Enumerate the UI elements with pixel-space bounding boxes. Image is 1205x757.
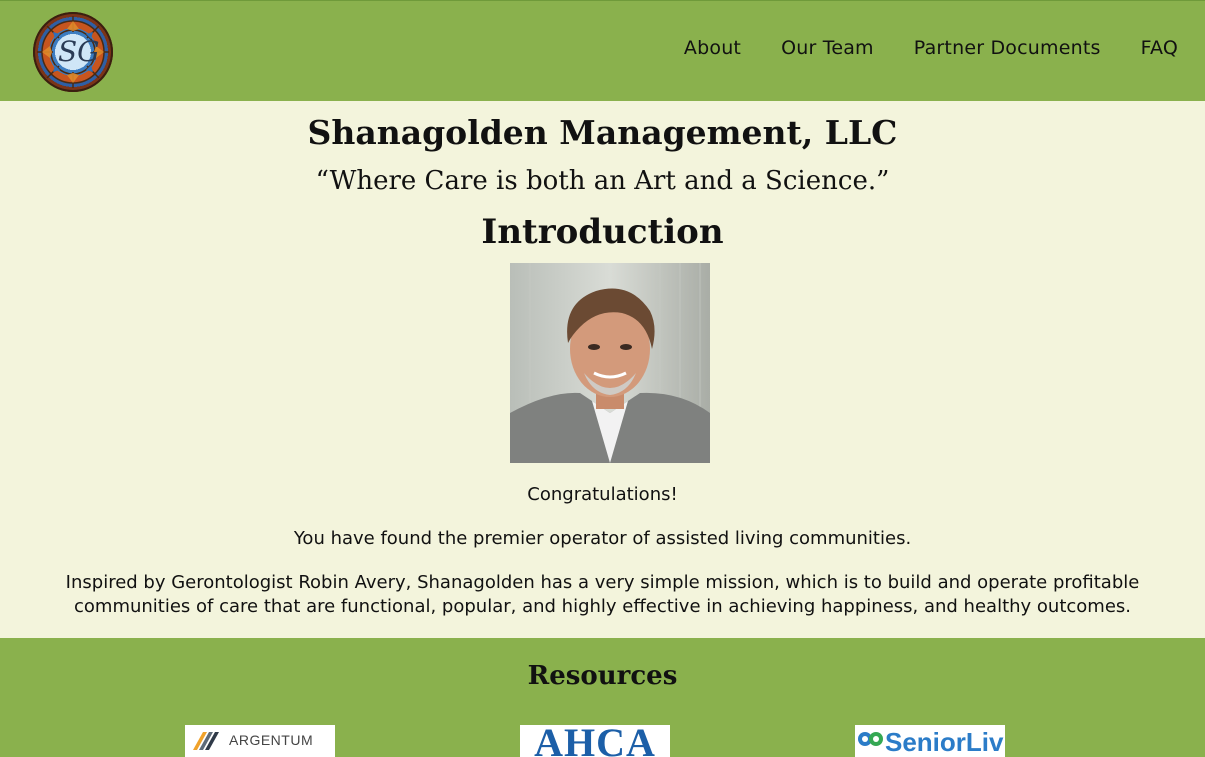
site-header: SG About Our Team Partner Documents FAQ (0, 0, 1205, 101)
main-nav: About Our Team Partner Documents FAQ (684, 37, 1178, 59)
section-title: Introduction (481, 212, 724, 252)
nav-about[interactable]: About (684, 37, 741, 59)
mission-text: Inspired by Gerontologist Robin Avery, S… (65, 572, 1140, 617)
company-name: Shanagolden Management, LLC (307, 113, 898, 152)
senior-living-text: SeniorLiving (885, 727, 1005, 757)
argentum-text: ARGENTUM (229, 732, 314, 748)
ahca-logo-link[interactable]: AHCA (520, 725, 670, 757)
senior-living-logo-icon (858, 732, 883, 746)
ahca-text: AHCA (534, 725, 656, 757)
main-content: Shanagolden Management, LLC “Where Care … (0, 101, 1205, 638)
resources-title: Resources (527, 661, 678, 691)
intro-text: You have found the premier operator of a… (293, 528, 912, 549)
logo-monogram: SG (58, 35, 100, 68)
congrats-text: Congratulations! (527, 484, 678, 505)
nav-partner-documents[interactable]: Partner Documents (914, 37, 1101, 59)
argentum-logo-link[interactable]: ARGENTUM (185, 725, 335, 757)
portrait-image (510, 263, 710, 463)
site-logo[interactable]: SG (33, 12, 113, 92)
portrait-photo (510, 263, 710, 463)
senior-living-logo-link[interactable]: SeniorLiving (855, 725, 1005, 757)
argentum-logo-icon (193, 732, 219, 750)
nav-faq[interactable]: FAQ (1141, 37, 1178, 59)
nav-our-team[interactable]: Our Team (781, 37, 874, 59)
resources-footer: Resources ARGENTUM AHCA SeniorLiving (0, 638, 1205, 757)
tagline: “Where Care is both an Art and a Science… (315, 166, 890, 196)
